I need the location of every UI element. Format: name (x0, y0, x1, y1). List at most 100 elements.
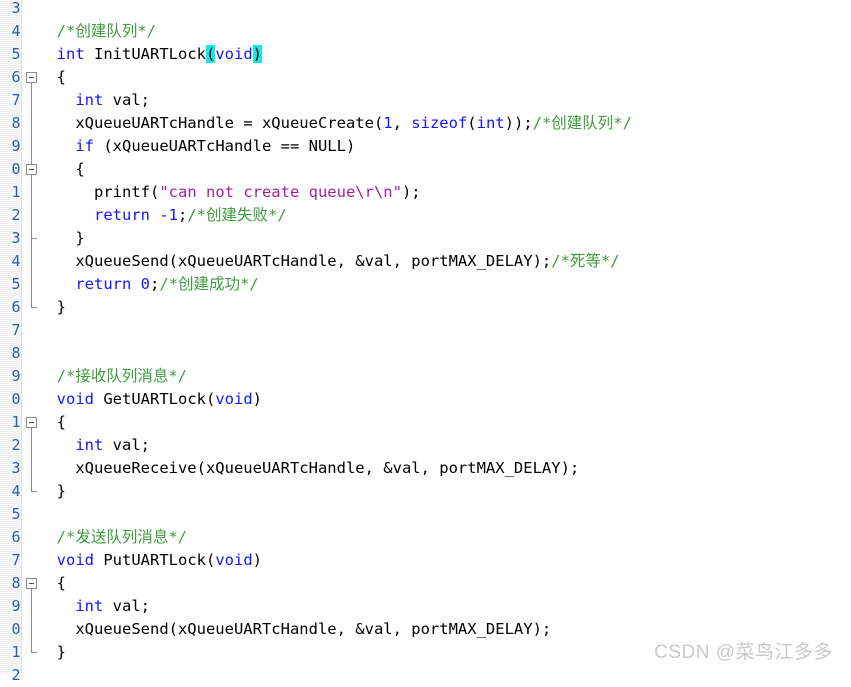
code-token: ( (467, 114, 477, 132)
line-number: 6 (11, 68, 20, 86)
code-token: /*接收队列消息*/ (56, 367, 187, 385)
fold-range-line (31, 175, 32, 238)
code-line[interactable]: /*创建队列*/ (38, 20, 156, 43)
code-line[interactable]: int val; (38, 89, 150, 112)
code-line[interactable]: } (38, 227, 84, 250)
fold-collapse-icon[interactable] (26, 164, 37, 175)
code-token: } (38, 643, 66, 661)
fold-collapse-icon[interactable] (26, 578, 37, 589)
line-number: 7 (11, 321, 20, 339)
code-line[interactable]: } (38, 641, 66, 664)
line-number: 7 (11, 91, 20, 109)
code-token: int (56, 45, 85, 63)
code-token: int (476, 114, 505, 132)
code-line[interactable]: xQueueReceive(xQueueUARTcHandle, &val, p… (38, 457, 579, 480)
code-line[interactable]: xQueueSend(xQueueUARTcHandle, &val, port… (38, 250, 620, 273)
code-line[interactable]: xQueueSend(xQueueUARTcHandle, &val, port… (38, 618, 551, 641)
code-line[interactable] (38, 342, 47, 365)
code-token: )); (504, 114, 533, 132)
line-number: 9 (11, 367, 20, 385)
code-folding-strip[interactable] (22, 0, 38, 674)
code-token: { (38, 160, 85, 178)
code-token: ) (252, 551, 262, 569)
code-line[interactable]: int val; (38, 595, 150, 618)
line-number: 0 (11, 160, 20, 178)
fold-range-end (31, 491, 37, 492)
code-line[interactable]: } (38, 296, 66, 319)
code-token: int (75, 436, 104, 454)
code-token: ) (252, 45, 263, 63)
line-number: 2 (11, 206, 20, 224)
code-line[interactable]: { (38, 66, 66, 89)
code-line[interactable] (38, 0, 47, 20)
line-number: 2 (11, 666, 20, 684)
code-token: /*创建成功*/ (159, 275, 259, 293)
code-line[interactable]: return 0;/*创建成功*/ (38, 273, 259, 296)
code-token: val; (103, 436, 150, 454)
code-line[interactable]: /*发送队列消息*/ (38, 526, 187, 549)
code-token: InitUARTLock (84, 45, 206, 63)
code-line[interactable]: void GetUARTLock(void) (38, 388, 262, 411)
code-line[interactable]: { (38, 572, 66, 595)
line-number: 9 (11, 137, 20, 155)
code-line[interactable]: printf("can not create queue\r\n"); (38, 181, 421, 204)
code-token: ; (150, 275, 160, 293)
code-token: (xQueueUARTcHandle == NULL) (94, 137, 356, 155)
code-token: , (392, 114, 412, 132)
fold-range-end (31, 307, 37, 308)
code-line[interactable] (38, 664, 47, 687)
code-content[interactable]: /*创建队列*/ int InitUARTLock(void) { int va… (38, 0, 851, 674)
code-token: 1 (383, 114, 393, 132)
code-token: xQueueSend(xQueueUARTcHandle, &val, port… (38, 252, 552, 270)
code-line[interactable]: return -1;/*创建失败*/ (38, 204, 287, 227)
code-token: void (56, 551, 94, 569)
code-token: } (38, 482, 66, 500)
fold-collapse-icon[interactable] (26, 417, 37, 428)
line-number: 0 (11, 620, 20, 638)
code-token: "can not create queue\r\n" (159, 183, 402, 201)
fold-collapse-icon[interactable] (26, 72, 37, 83)
line-number: 8 (11, 344, 20, 362)
code-line[interactable] (38, 503, 47, 526)
code-token: xQueueReceive(xQueueUARTcHandle, &val, p… (38, 459, 580, 477)
line-number: 9 (11, 597, 20, 615)
code-line[interactable]: { (38, 158, 85, 181)
code-token: void (215, 45, 253, 63)
code-line[interactable]: xQueueUARTcHandle = xQueueCreate(1, size… (38, 112, 632, 135)
code-token: GetUARTLock( (94, 390, 216, 408)
fold-range-line (31, 589, 32, 652)
code-token: ) (252, 390, 262, 408)
code-token: xQueueUARTcHandle = xQueueCreate( (38, 114, 384, 132)
code-line[interactable]: void PutUARTLock(void) (38, 549, 262, 572)
code-line[interactable]: } (38, 480, 66, 503)
line-number: 8 (11, 574, 20, 592)
line-number: 1 (11, 413, 20, 431)
code-token: /*死等*/ (551, 252, 620, 270)
code-token: { (38, 574, 66, 592)
code-editor[interactable]: 3 4 5 6 7 8 9 0 1 2 3 4 5 6 7 8 9 0 1 2 3 4 5 6 7 8 9 0 1 2 /*创建队列*/ … (0, 0, 851, 684)
code-line[interactable]: /*接收队列消息*/ (38, 365, 187, 388)
code-line[interactable]: int InitUARTLock(void) (38, 43, 263, 66)
code-token: { (38, 413, 66, 431)
code-token: val; (103, 597, 150, 615)
line-number: 1 (11, 643, 20, 661)
line-number: 4 (11, 482, 20, 500)
fold-range-end (31, 238, 37, 239)
code-token: val; (103, 91, 150, 109)
line-number: 6 (11, 298, 20, 316)
line-number: 5 (11, 275, 20, 293)
code-token: void (215, 551, 253, 569)
code-line[interactable]: int val; (38, 434, 150, 457)
code-line[interactable] (38, 319, 47, 342)
code-token: sizeof (411, 114, 468, 132)
code-line[interactable]: { (38, 411, 66, 434)
code-line[interactable]: if (xQueueUARTcHandle == NULL) (38, 135, 355, 158)
code-token: /*创建队列*/ (56, 22, 156, 40)
